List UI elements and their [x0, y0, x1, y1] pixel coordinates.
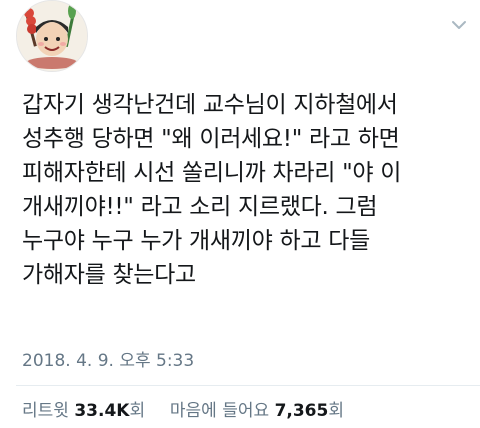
retweet-count: 33.4K [74, 401, 130, 421]
tweet-line: 성추행 당하면 "왜 이러세요!" 라고 하면 [22, 126, 400, 152]
tweet-timestamp[interactable]: 2018. 4. 9. 오후 5:33 [22, 346, 194, 371]
tweet-line: 개새끼야!!" 라고 소리 지르랬다. 그럼 [22, 194, 378, 220]
tweet-line: 가해자를 찾는다고 [22, 262, 196, 288]
tweet-line: 피해자한테 시선 쏠리니까 차라리 "야 이 [22, 160, 402, 186]
tweet-line: 누구야 누구 누가 개새끼야 하고 다들 [22, 228, 370, 254]
likes-count: 7,365 [274, 401, 329, 421]
divider [16, 385, 480, 386]
tweet-stats: 리트윗 33.4K회 마음에 들어요 7,365회 [22, 396, 344, 421]
avatar[interactable] [16, 0, 88, 72]
cartoon-avatar-icon [17, 1, 87, 71]
likes-unit: 회 [328, 401, 344, 421]
tweet-text: 갑자기 생각난건데 교수님이 지하철에서 성추행 당하면 "왜 이러세요!" 라… [22, 88, 472, 292]
likes-stat[interactable]: 마음에 들어요 7,365회 [170, 401, 344, 421]
chevron-down-icon[interactable] [450, 16, 468, 34]
retweet-label: 리트윗 [22, 401, 69, 421]
likes-label: 마음에 들어요 [169, 401, 270, 421]
retweet-unit: 회 [129, 401, 146, 421]
tweet-line: 갑자기 생각난건데 교수님이 지하철에서 [22, 92, 398, 118]
retweet-stat[interactable]: 리트윗 33.4K회 [22, 401, 151, 421]
